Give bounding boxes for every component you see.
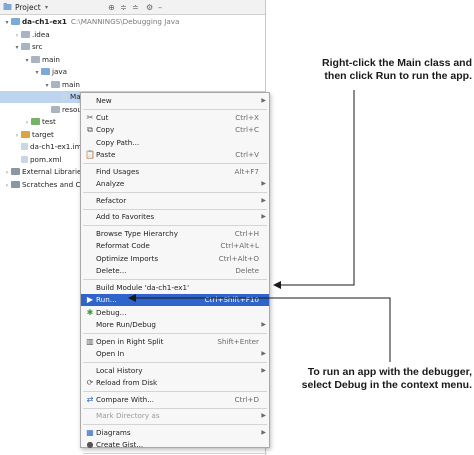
- debug-callout-line2: select Debug in the context menu.: [301, 379, 472, 391]
- run-callout-line2: then click Run to run the app.: [324, 70, 472, 82]
- debug-callout-arrow: [128, 294, 391, 362]
- debug-callout-line1: To run an app with the debugger,: [307, 366, 472, 378]
- run-callout-arrow: [273, 90, 355, 289]
- run-callout-line1: Right-click the Main class and: [322, 57, 472, 69]
- run-callout: Right-click the Main class and then clic…: [276, 57, 472, 83]
- debug-callout: To run an app with the debugger, select …: [272, 366, 472, 392]
